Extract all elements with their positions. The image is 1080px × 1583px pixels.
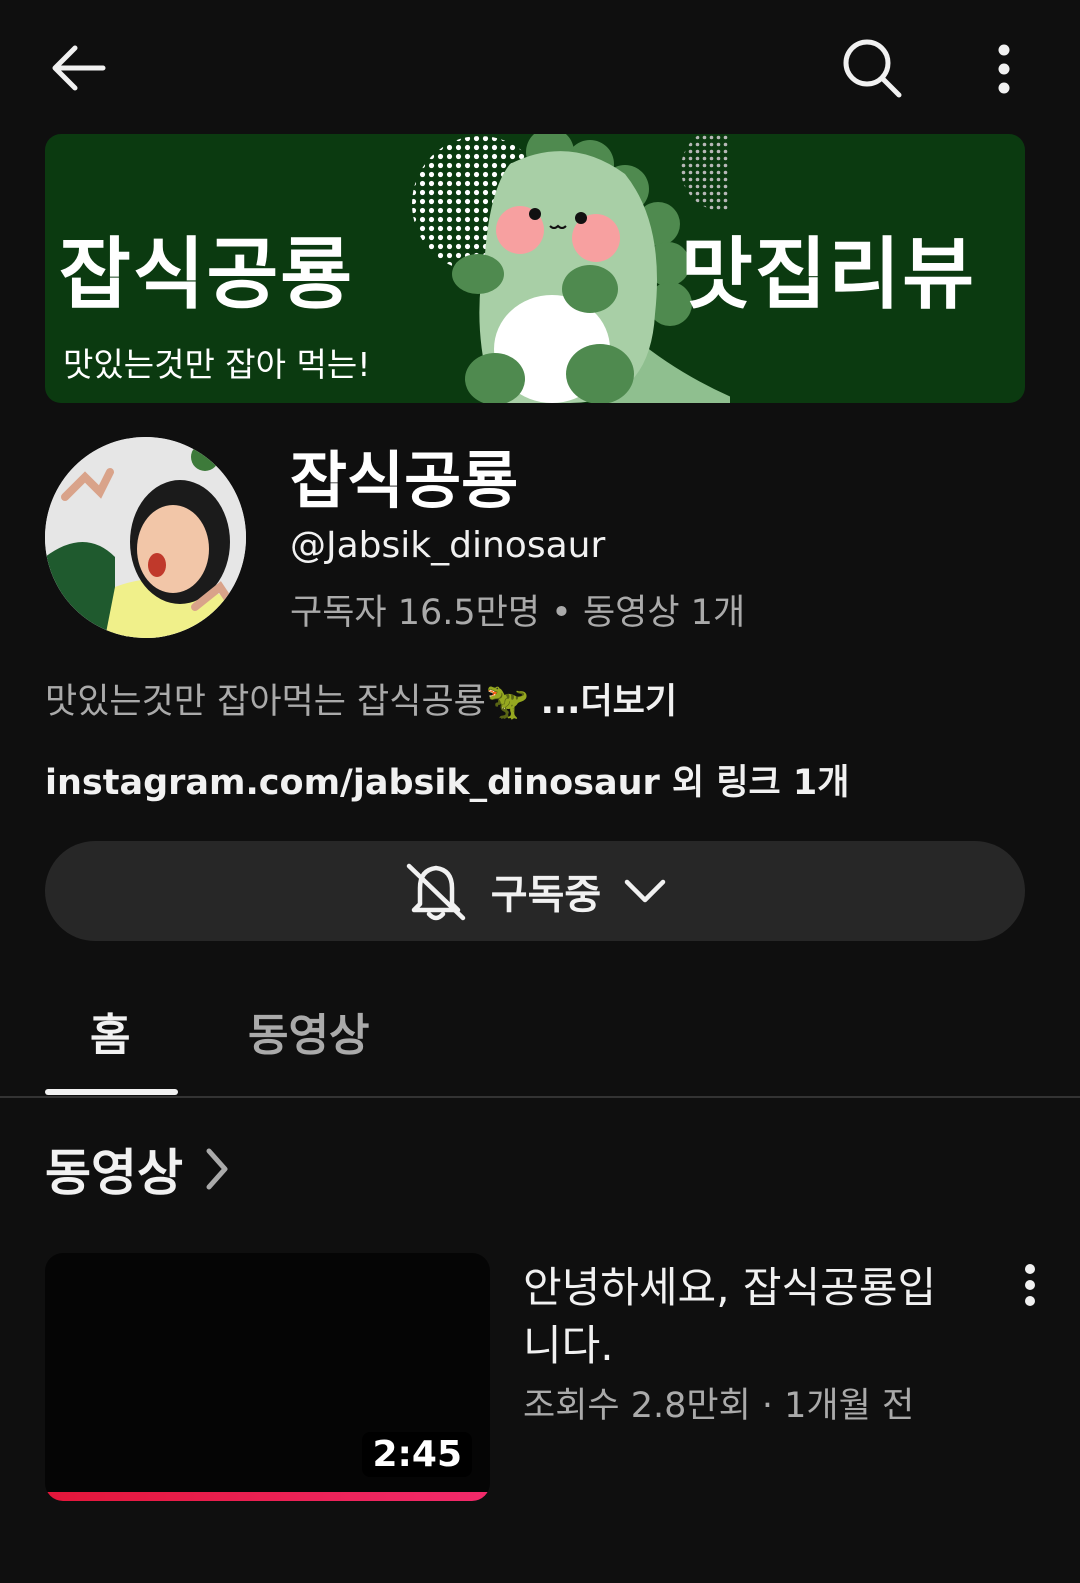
channel-handle: @Jabsik_dinosaur bbox=[290, 525, 606, 566]
arrow-left-icon bbox=[52, 45, 106, 91]
video-more-button[interactable] bbox=[1013, 1257, 1047, 1313]
channel-name: 잡식공룡 bbox=[290, 444, 519, 517]
avatar-image bbox=[45, 437, 246, 638]
search-icon bbox=[843, 39, 902, 98]
search-button[interactable] bbox=[836, 32, 908, 104]
channel-description[interactable]: 맛있는것만 잡아먹는 잡식공룡🦖 ...더보기 bbox=[45, 673, 677, 724]
channel-avatar[interactable] bbox=[45, 437, 246, 638]
videos-section-header[interactable]: 동영상 bbox=[45, 1133, 231, 1205]
more-vert-icon bbox=[998, 44, 1010, 94]
section-title: 동영상 bbox=[45, 1144, 183, 1202]
video-thumbnail[interactable]: 2:45 bbox=[45, 1253, 490, 1501]
banner-left-title: 잡식공룡 bbox=[59, 230, 355, 320]
chevron-right-icon bbox=[206, 1148, 228, 1190]
banner-subtitle: 맛있는것만 잡아 먹는! bbox=[63, 345, 371, 384]
video-duration: 2:45 bbox=[362, 1432, 472, 1477]
active-tab-indicator bbox=[45, 1089, 178, 1095]
more-link[interactable]: ...더보기 bbox=[541, 682, 678, 722]
more-vert-icon bbox=[1025, 1264, 1035, 1306]
tab-videos[interactable]: 동영상 bbox=[248, 999, 369, 1063]
channel-tabs: 홈 동영상 bbox=[0, 985, 1080, 1098]
back-button[interactable] bbox=[44, 36, 114, 100]
top-app-bar bbox=[0, 0, 1080, 135]
channel-banner: 잡식공룡 맛있는것만 잡아 먹는! 맛집리뷰 bbox=[45, 134, 1025, 403]
bell-off-icon bbox=[406, 863, 466, 921]
video-list-item[interactable]: 2:45 안녕하세요, 잡식공룡입니다. 조회수 2.8만회 · 1개월 전 bbox=[45, 1253, 1045, 1503]
video-title[interactable]: 안녕하세요, 잡식공룡입니다. bbox=[523, 1259, 943, 1375]
subscribed-button[interactable]: 구독중 bbox=[45, 841, 1025, 941]
watch-progress-bar bbox=[45, 1492, 490, 1501]
banner-right-title: 맛집리뷰 bbox=[681, 230, 977, 320]
description-text: 맛있는것만 잡아먹는 잡식공룡🦖 bbox=[45, 682, 530, 722]
chevron-down-icon bbox=[624, 879, 666, 903]
tab-home[interactable]: 홈 bbox=[90, 999, 130, 1063]
video-meta: 조회수 2.8만회 · 1개월 전 bbox=[523, 1386, 915, 1426]
channel-stats: 구독자 16.5만명 • 동영상 1개 bbox=[290, 593, 746, 633]
channel-links[interactable]: instagram.com/jabsik_dinosaur 외 링크 1개 bbox=[45, 754, 849, 805]
more-options-button[interactable] bbox=[982, 34, 1026, 104]
subscribe-label: 구독중 bbox=[490, 872, 602, 918]
